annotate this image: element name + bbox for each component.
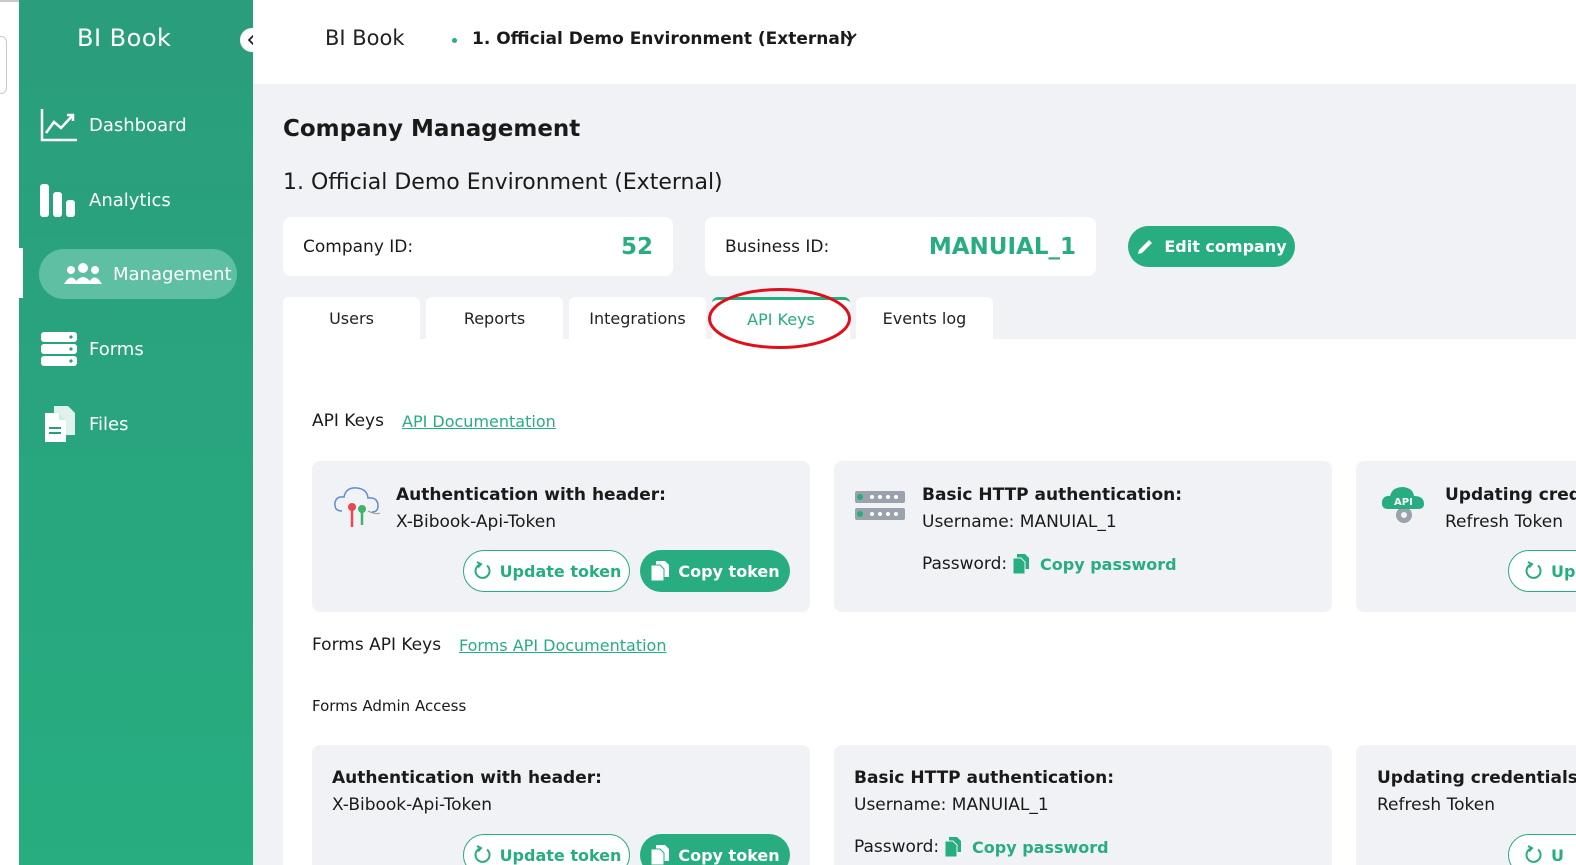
copy-icon [650,845,670,865]
sidebar-logo: BI Book [77,24,172,52]
update-label: U [1551,845,1564,865]
tab-label: Reports [463,308,526,328]
password-label: Password: [854,837,940,857]
api-documentation-link[interactable]: API Documentation [402,412,556,431]
edge-tab [0,36,7,94]
cloud-keys-icon [334,487,381,527]
top-bar: BI Book 1. Official Demo Environment (Ex… [253,0,1576,84]
business-id-value: MANUIAL_1 [928,233,1076,260]
sidebar-item-analytics[interactable]: Analytics [39,178,171,222]
password-fields-icon [855,491,905,520]
refresh-icon [474,845,491,863]
copy-icon [650,561,670,582]
card-username: Username: MANUIAL_1 [922,512,1117,532]
company-id-card: Company ID: 52 [283,217,673,276]
api-cloud-gear-icon: API [1381,487,1424,523]
sidebar-item-dashboard[interactable]: Dashboard [39,103,187,147]
svg-text:API: API [1394,497,1413,508]
forms-api-documentation-link[interactable]: Forms API Documentation [459,636,666,655]
edit-company-button[interactable]: Edit company [1128,226,1295,267]
chevron-down-icon[interactable] [843,32,857,42]
line-chart-icon [39,105,79,145]
card-title: Updating cred [1445,485,1576,505]
sidebar-item-label: Management [113,263,232,285]
sidebar-item-label: Files [89,413,129,435]
environment-dot [452,38,457,43]
sidebar: BI Book Dashboard Analytics Management F… [19,0,264,865]
edit-company-label: Edit company [1164,237,1287,256]
copy-icon [1012,554,1029,575]
sidebar-item-label: Dashboard [89,114,187,136]
card-username: Username: MANUIAL_1 [854,795,1049,815]
page-title: Company Management [283,116,581,142]
refresh-icon [474,561,491,579]
copy-password-label: Copy password [1040,554,1177,574]
edge-line [0,0,19,2]
copy-token-button[interactable]: Copy token [640,550,790,592]
business-id-card: Business ID: MANUIAL_1 [705,217,1096,276]
environment-title: 1. Official Demo Environment (External) [283,170,723,195]
window-edge [0,0,19,865]
card-token-name: X-Bibook-Api-Token [396,512,556,532]
files-icon [39,404,79,444]
company-id-value: 52 [620,233,653,260]
forms-basic-auth-card: Basic HTTP authentication: Username: MAN… [834,745,1332,865]
update-token-label: Update token [499,845,622,865]
header-auth-card: Authentication with header: X-Bibook-Api… [312,461,810,612]
update-label: Up [1551,561,1576,581]
tab-integrations[interactable]: Integrations [569,297,706,339]
card-title: Authentication with header: [332,768,602,788]
forms-header-auth-card: Authentication with header: X-Bibook-Api… [312,745,810,865]
refresh-icon [1525,561,1542,579]
copy-token-button[interactable]: Copy token [640,834,790,865]
copy-password-link[interactable]: Copy password [944,836,1109,858]
update-credentials-card: API Updating cred Refresh Token Up [1356,461,1576,612]
tab-label: Users [329,308,374,328]
forms-admin-access-heading: Forms Admin Access [312,697,467,715]
card-title: Authentication with header: [396,485,666,505]
card-title: Basic HTTP authentication: [854,768,1115,788]
copy-icon [944,837,961,858]
business-id-label: Business ID: [725,236,830,257]
company-id-label: Company ID: [303,236,414,257]
sidebar-item-management[interactable]: Management [63,252,232,296]
tab-label: Integrations [589,308,686,328]
tab-events-log[interactable]: Events log [856,297,993,339]
card-refresh-token: Refresh Token [1377,795,1495,815]
card-title: Updating credentials [1377,768,1576,788]
update-token-label: Update token [499,561,622,581]
tab-reports[interactable]: Reports [426,297,563,339]
update-token-button[interactable]: Update token [463,834,630,865]
copy-token-label: Copy token [678,845,780,865]
api-keys-heading: API Keys [312,411,384,431]
forms-update-credentials-card: Updating credentials Refresh Token U [1356,745,1576,865]
password-label: Password: [922,554,1008,574]
server-stack-icon [39,329,79,369]
basic-auth-card: Basic HTTP authentication: Username: MAN… [834,461,1332,612]
tab-users[interactable]: Users [283,297,420,339]
forms-api-keys-heading: Forms API Keys [312,635,442,655]
card-token-name: X-Bibook-Api-Token [332,795,492,815]
copy-token-label: Copy token [678,561,780,581]
bar-chart-icon [39,180,79,220]
sidebar-item-forms[interactable]: Forms [39,327,144,371]
refresh-icon [1525,845,1542,863]
update-button[interactable]: Up [1508,550,1576,592]
sidebar-item-label: Analytics [89,189,171,211]
card-refresh-token: Refresh Token [1445,512,1563,532]
sidebar-item-label: Forms [89,338,144,360]
copy-password-link[interactable]: Copy password [1012,553,1177,575]
users-icon [63,254,103,294]
environment-selector[interactable]: 1. Official Demo Environment (External) [472,29,853,49]
copy-password-label: Copy password [972,837,1109,857]
update-button[interactable]: U [1508,834,1576,865]
update-token-button[interactable]: Update token [463,550,630,592]
red-circle-annotation [708,288,851,349]
topbar-brand: BI Book [325,26,405,50]
tab-label: Events log [882,308,967,328]
card-title: Basic HTTP authentication: [922,485,1183,505]
pencil-icon [1138,239,1153,254]
sidebar-item-files[interactable]: Files [39,402,129,446]
active-indicator [19,248,23,298]
